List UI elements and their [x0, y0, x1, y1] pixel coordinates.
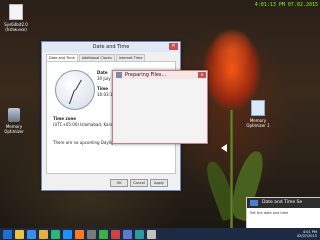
desktop-icon-file[interactable]: Sys64bit2.0 (hshw.exe) — [2, 4, 30, 32]
desktop-icon-memory-optimizer-1[interactable]: Memory Optimizer 1 — [244, 100, 272, 128]
app-icon[interactable] — [123, 229, 132, 239]
notification-body: Set the date and time — [250, 211, 289, 215]
tab-date-and-time[interactable]: Date and Time — [46, 54, 78, 61]
apply-button[interactable]: Apply — [150, 179, 168, 187]
preparing-title: Preparing Files... — [125, 72, 167, 78]
clock-hour-hand — [75, 79, 82, 91]
desktop-icon-memory-optimizer[interactable]: Memory Optimizer — [0, 108, 28, 134]
clock-minute-hand — [69, 89, 75, 105]
time-label: Time — [97, 86, 108, 91]
start-button-icon[interactable] — [3, 229, 12, 239]
taskbar: 4:01 PM 02/07/2015 — [0, 228, 320, 240]
tab-additional-clocks[interactable]: Additional Clocks — [78, 54, 115, 61]
camtasia-icon[interactable] — [99, 229, 108, 239]
settings-icon[interactable] — [87, 229, 96, 239]
desktop-icon-label: Sys64bit2.0 (hshw.exe) — [4, 22, 28, 32]
date-time-notification[interactable]: Date and Time Se Set the date and time — [246, 197, 320, 230]
app-icon[interactable] — [147, 229, 156, 239]
speaker-cursor-icon — [221, 144, 227, 152]
internet-explorer-icon[interactable] — [27, 229, 36, 239]
file-icon — [9, 4, 23, 20]
dialog-tabs: Date and Time Additional Clocks Internet… — [42, 52, 180, 61]
timezone-value: (UTC+05:00) Islamabad, Karachi — [53, 122, 119, 127]
close-button[interactable]: ✕ — [169, 43, 178, 50]
tab-internet-time[interactable]: Internet Time — [115, 54, 146, 61]
dialog-titlebar[interactable]: Date and Time ✕ — [42, 42, 180, 52]
desktop-icon-label: Memory Optimizer — [4, 124, 24, 134]
ok-button[interactable]: OK — [110, 179, 128, 187]
app-icon[interactable] — [111, 229, 120, 239]
media-icon[interactable] — [75, 229, 84, 239]
timezone-label: Time zone — [53, 116, 77, 121]
installer-icon — [116, 72, 122, 78]
memory-optimizer-icon — [8, 108, 20, 122]
close-button[interactable]: ✕ — [198, 72, 206, 78]
date-time-settings-icon — [250, 200, 258, 206]
notification-title: Date and Time Se — [262, 200, 303, 205]
system-tray[interactable]: 4:01 PM 02/07/2015 — [297, 230, 320, 238]
cancel-button[interactable]: Cancel — [130, 179, 148, 187]
mail-icon[interactable] — [63, 229, 72, 239]
app-icon[interactable] — [135, 229, 144, 239]
store-icon[interactable] — [51, 229, 60, 239]
date-label: Date — [97, 70, 108, 75]
dialog-title: Date and Time — [92, 44, 130, 50]
file-explorer-icon[interactable] — [15, 229, 24, 239]
tray-date: 02/07/2015 — [296, 234, 317, 238]
top-clock-overlay: 4:01:13 PM 07.02.2015 — [254, 2, 318, 8]
preparing-files-window: Preparing Files... ✕ — [112, 70, 208, 144]
desktop-icon-label: Memory Optimizer 1 — [246, 118, 270, 128]
analog-clock-icon — [55, 70, 95, 110]
shortcut-file-icon — [251, 100, 265, 116]
notification-header: Date and Time Se — [247, 198, 320, 208]
preparing-titlebar[interactable]: Preparing Files... ✕ — [113, 71, 207, 79]
folder-icon[interactable] — [39, 229, 48, 239]
